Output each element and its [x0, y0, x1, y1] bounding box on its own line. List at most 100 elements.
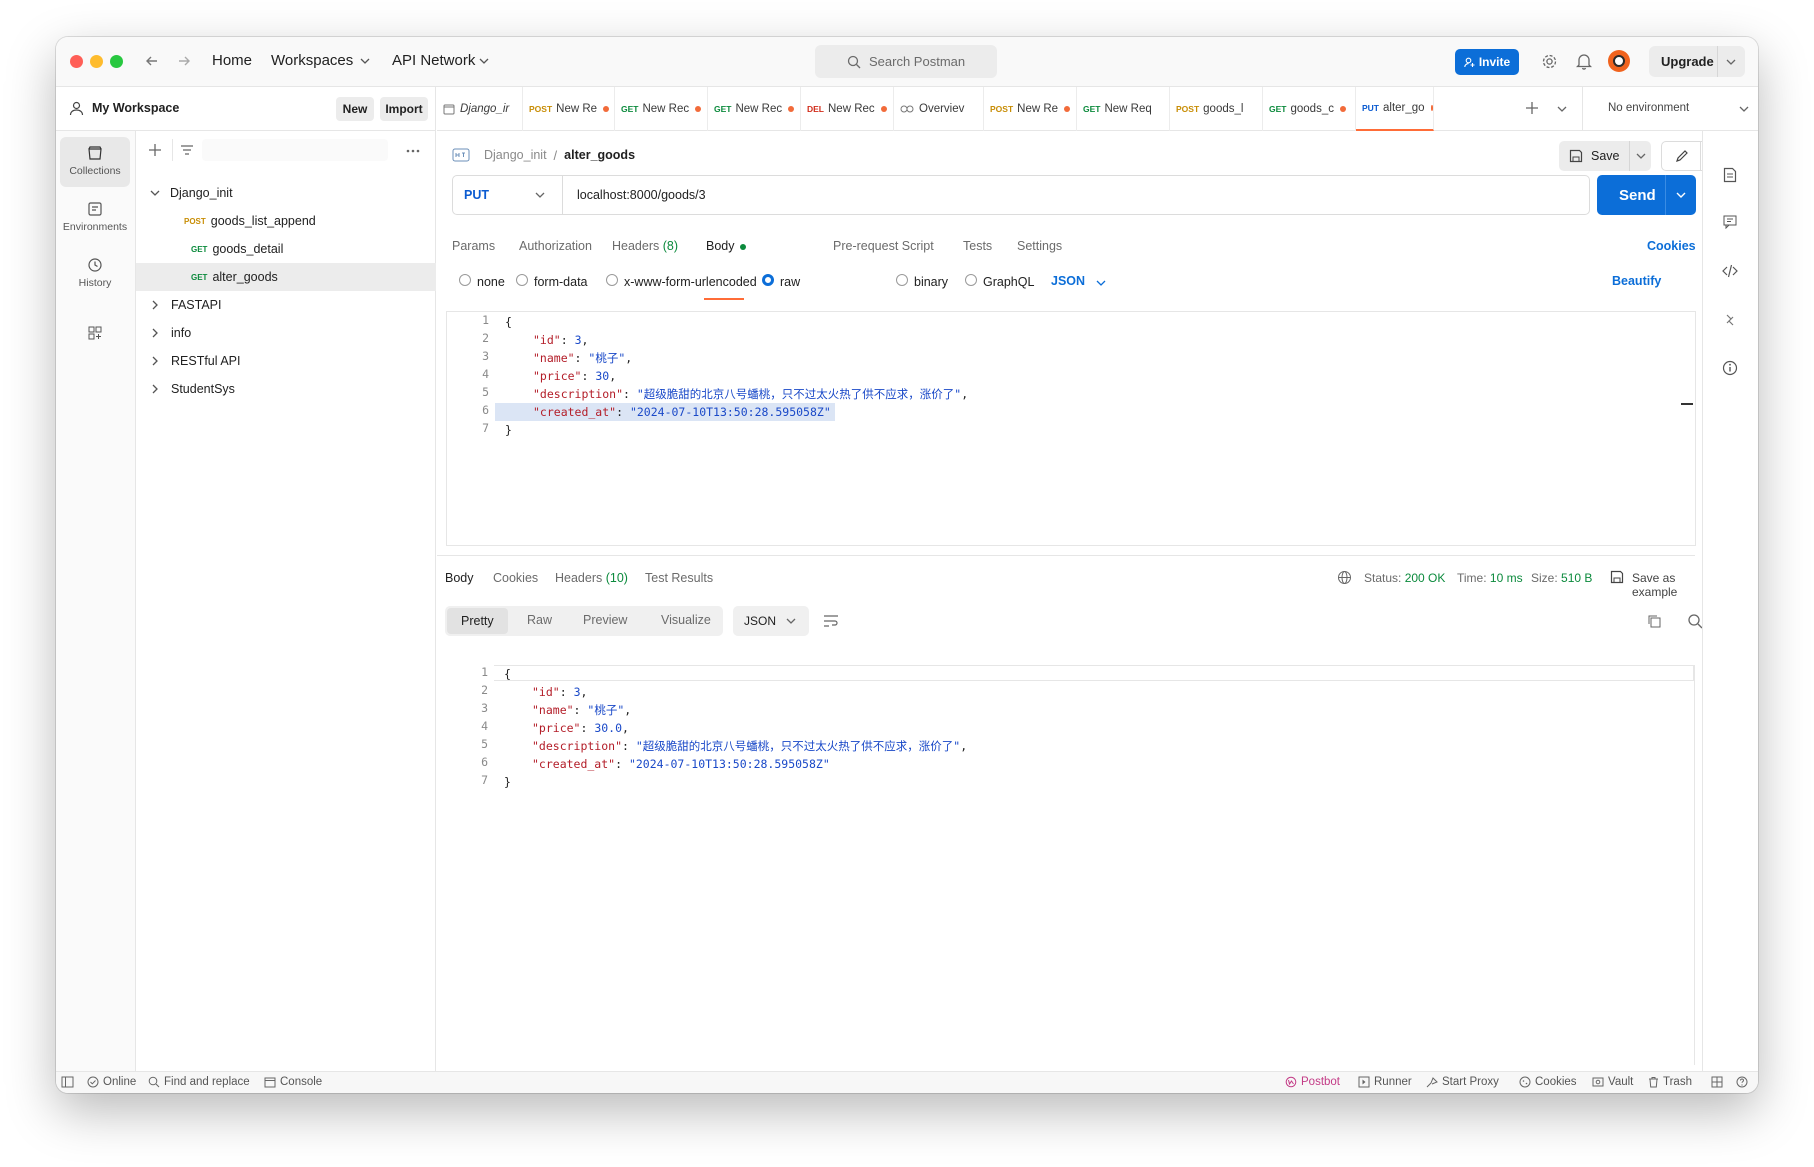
view-pretty[interactable]: Pretty — [447, 608, 508, 634]
info-icon[interactable] — [1722, 360, 1738, 376]
send-button[interactable]: Send — [1597, 175, 1696, 215]
chevron-down-icon[interactable] — [1676, 191, 1686, 199]
request-body-editor[interactable]: 1 2 3 4 5 6 7 { "id": 3, "name": "桃子", "… — [446, 311, 1696, 546]
tab-tests[interactable]: Tests — [963, 239, 992, 253]
more-options-icon[interactable] — [406, 149, 420, 153]
close-window-button[interactable] — [70, 55, 83, 68]
radio-binary[interactable]: binary — [896, 274, 948, 289]
collection-restful-api[interactable]: RESTful API — [136, 347, 436, 375]
filter-icon[interactable] — [180, 144, 194, 156]
chevron-down-icon[interactable] — [1726, 58, 1736, 66]
chevron-down-icon[interactable] — [1096, 279, 1106, 287]
search-icon[interactable] — [1687, 613, 1703, 629]
vault-button[interactable]: Vault — [1592, 1076, 1633, 1088]
radio-none[interactable]: none — [459, 274, 505, 289]
sidebar-search-input[interactable] — [202, 139, 388, 161]
avatar[interactable] — [1608, 50, 1630, 72]
save-as-example-button[interactable]: Save as example — [1632, 571, 1695, 599]
tab-overview-django[interactable]: Django_ir — [437, 87, 523, 131]
tab-request[interactable]: POST goods_l — [1170, 87, 1263, 131]
tree-item-goods-list-append[interactable]: POST goods_list_append — [136, 207, 436, 235]
url-input[interactable]: localhost:8000/goods/3 — [577, 188, 706, 202]
import-button[interactable]: Import — [380, 97, 428, 121]
start-proxy-button[interactable]: Start Proxy — [1426, 1076, 1499, 1088]
environment-select[interactable]: No environment — [1608, 102, 1689, 114]
collection-django-init[interactable]: Django_init — [136, 179, 436, 207]
tab-request[interactable]: POST New Re — [523, 87, 615, 131]
tab-headers[interactable]: Headers (8) — [612, 239, 678, 253]
invite-button[interactable]: Invite — [1455, 49, 1519, 75]
zoom-window-button[interactable] — [110, 55, 123, 68]
new-button[interactable]: New — [336, 97, 374, 121]
rail-environments[interactable]: Environments — [60, 193, 130, 243]
back-arrow-icon[interactable] — [144, 53, 160, 69]
tab-settings[interactable]: Settings — [1017, 239, 1062, 253]
tab-request[interactable]: DEL New Rec — [801, 87, 894, 131]
collection-studentsys[interactable]: StudentSys — [136, 375, 436, 403]
nav-api-network[interactable]: API Network — [392, 52, 475, 69]
layout-grid-icon[interactable] — [1711, 1076, 1723, 1088]
collection-fastapi[interactable]: FASTAPI — [136, 291, 436, 319]
tab-authorization[interactable]: Authorization — [519, 239, 592, 253]
tab-overview[interactable]: Overviev — [894, 87, 984, 131]
status-info[interactable]: Status: 200 OK — [1364, 571, 1445, 585]
documentation-icon[interactable] — [1723, 167, 1737, 183]
console-button[interactable]: Console — [264, 1076, 322, 1088]
collection-info[interactable]: info — [136, 319, 436, 347]
tab-request[interactable]: GET New Rec — [708, 87, 801, 131]
view-raw[interactable]: Raw — [527, 613, 552, 627]
cookies-link[interactable]: Cookies — [1647, 239, 1696, 253]
code-icon[interactable] — [1722, 264, 1738, 278]
toggle-sidebar-icon[interactable] — [61, 1076, 74, 1088]
radio-graphql[interactable]: GraphQL — [965, 274, 1034, 289]
size-info[interactable]: Size: 510 B — [1531, 571, 1592, 585]
upgrade-button[interactable]: Upgrade — [1649, 46, 1745, 77]
beautify-link[interactable]: Beautify — [1612, 274, 1661, 288]
help-icon[interactable] — [1736, 1076, 1748, 1088]
method-select[interactable]: PUT — [453, 176, 563, 214]
bell-icon[interactable] — [1576, 52, 1592, 70]
tab-body[interactable]: Body — [706, 239, 746, 253]
trash-button[interactable]: Trash — [1648, 1076, 1692, 1088]
tab-request-active[interactable]: PUT alter_go — [1356, 87, 1434, 131]
response-tab-test-results[interactable]: Test Results — [645, 571, 713, 585]
related-collections-icon[interactable] — [1723, 313, 1737, 327]
body-format-select[interactable]: JSON — [1051, 274, 1085, 288]
response-format-select[interactable]: JSON — [733, 606, 809, 636]
view-preview[interactable]: Preview — [583, 613, 627, 627]
tree-item-goods-detail[interactable]: GET goods_detail — [136, 235, 436, 263]
view-visualize[interactable]: Visualize — [661, 613, 711, 627]
minimize-window-button[interactable] — [90, 55, 103, 68]
comments-icon[interactable] — [1723, 215, 1737, 229]
radio-raw[interactable]: raw — [762, 274, 800, 289]
tree-item-alter-goods[interactable]: GET alter_goods — [136, 263, 436, 291]
tab-params[interactable]: Params — [452, 239, 495, 253]
online-status[interactable]: Online — [87, 1076, 136, 1088]
request-name[interactable]: alter_goods — [564, 148, 635, 162]
tab-request[interactable]: GET goods_c — [1263, 87, 1356, 131]
search-input[interactable]: Search Postman — [815, 45, 997, 78]
response-tab-cookies[interactable]: Cookies — [493, 571, 538, 585]
nav-home[interactable]: Home — [212, 52, 252, 69]
tabs-chevron-down-icon[interactable] — [1557, 105, 1567, 113]
chevron-down-icon[interactable] — [1636, 152, 1646, 160]
breadcrumb-collection[interactable]: Django_init — [484, 148, 547, 162]
time-info[interactable]: Time: 10 ms — [1457, 571, 1523, 585]
settings-gear-icon[interactable] — [1541, 53, 1558, 70]
copy-icon[interactable] — [1647, 614, 1662, 629]
radio-x-www-form-urlencoded[interactable]: x-www-form-urlencoded — [606, 274, 757, 289]
save-button[interactable]: Save — [1559, 141, 1651, 171]
rail-collections[interactable]: Collections — [60, 137, 130, 187]
tab-request[interactable]: GET New Req — [1077, 87, 1170, 131]
radio-form-data[interactable]: form-data — [516, 274, 588, 289]
globe-icon[interactable] — [1337, 570, 1352, 585]
response-tab-body[interactable]: Body — [445, 571, 474, 585]
rail-history[interactable]: History — [60, 249, 130, 299]
rail-configure-workspace[interactable] — [60, 319, 130, 349]
chevron-down-icon[interactable] — [1739, 105, 1749, 113]
tab-request[interactable]: POST New Re — [984, 87, 1077, 131]
add-collection-plus-icon[interactable] — [148, 143, 162, 157]
cookies-button[interactable]: Cookies — [1519, 1076, 1577, 1088]
response-tab-headers[interactable]: Headers (10) — [555, 571, 628, 585]
nav-workspaces[interactable]: Workspaces — [271, 52, 353, 69]
